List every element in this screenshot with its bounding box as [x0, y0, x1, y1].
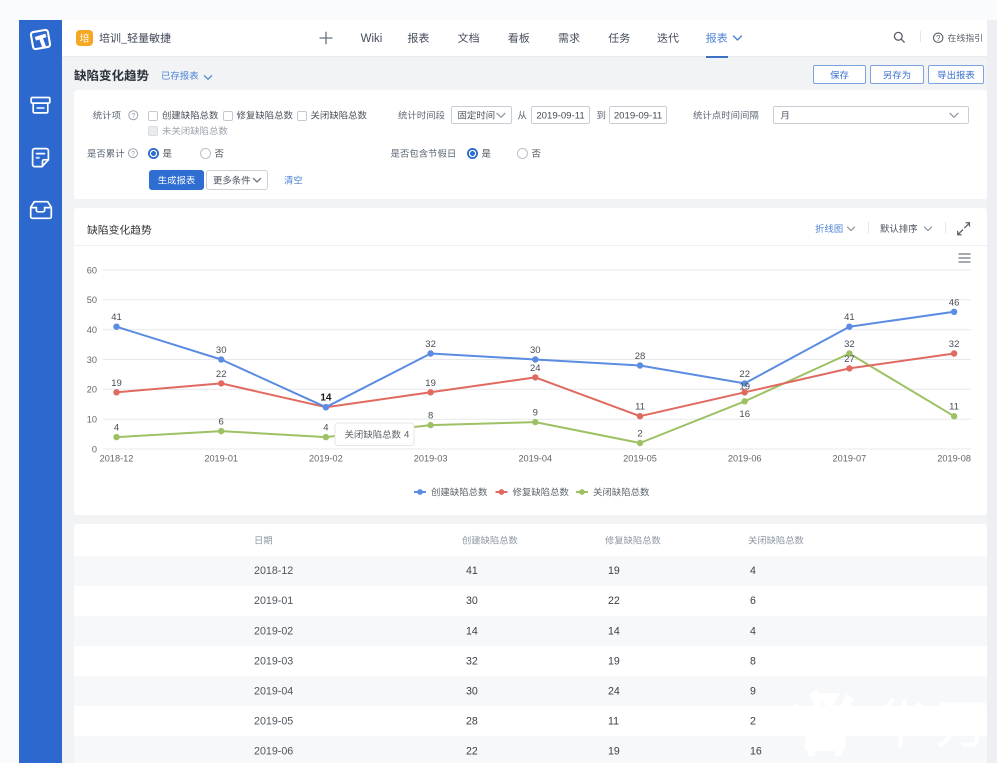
- svg-text:30: 30: [87, 355, 97, 365]
- svg-text:2019-09-11: 2019-09-11: [614, 110, 662, 121]
- svg-text:60: 60: [87, 265, 97, 275]
- svg-text:?: ?: [936, 34, 941, 43]
- svg-text:6: 6: [219, 417, 224, 428]
- svg-text:28: 28: [635, 351, 646, 362]
- svg-text:Wiki: Wiki: [361, 33, 383, 45]
- svg-text:10: 10: [87, 414, 97, 424]
- svg-text:19: 19: [608, 655, 620, 667]
- svg-text:2019-06: 2019-06: [254, 746, 293, 758]
- svg-text:?: ?: [131, 149, 135, 158]
- svg-text:32: 32: [949, 339, 960, 350]
- svg-text:22: 22: [216, 369, 227, 380]
- svg-text:20: 20: [87, 385, 97, 395]
- svg-text:19: 19: [739, 382, 750, 393]
- svg-text:2019-01: 2019-01: [204, 454, 238, 464]
- svg-text:2019-08: 2019-08: [937, 454, 971, 464]
- svg-text:19: 19: [425, 378, 436, 389]
- svg-text:46: 46: [949, 297, 960, 308]
- svg-text:2019-06: 2019-06: [728, 454, 762, 464]
- svg-text:19: 19: [608, 746, 620, 758]
- svg-text:16: 16: [750, 746, 762, 758]
- svg-text:32: 32: [466, 655, 478, 667]
- svg-text:2019-04: 2019-04: [254, 686, 293, 698]
- svg-text:8: 8: [428, 411, 433, 422]
- svg-text:41: 41: [844, 312, 855, 323]
- svg-text:27: 27: [844, 354, 855, 365]
- svg-text:32: 32: [425, 339, 436, 350]
- svg-text:30: 30: [530, 345, 541, 356]
- svg-text:19: 19: [608, 565, 620, 577]
- svg-text:9: 9: [533, 408, 538, 419]
- svg-text:4: 4: [323, 423, 328, 434]
- svg-text:14: 14: [320, 393, 332, 404]
- svg-text:41: 41: [466, 565, 478, 577]
- svg-text:2018-12: 2018-12: [100, 454, 134, 464]
- svg-text:11: 11: [949, 402, 959, 413]
- svg-text:2019-03: 2019-03: [254, 655, 293, 667]
- svg-text:2019-01: 2019-01: [254, 595, 293, 607]
- svg-text:50: 50: [87, 295, 97, 305]
- svg-text:2019-03: 2019-03: [414, 454, 448, 464]
- svg-text:4: 4: [404, 430, 410, 441]
- svg-text:2019-05: 2019-05: [623, 454, 657, 464]
- svg-text:2019-09-11: 2019-09-11: [536, 110, 584, 121]
- svg-text:2: 2: [750, 716, 756, 728]
- svg-text:14: 14: [608, 625, 620, 637]
- svg-text:30: 30: [466, 595, 478, 607]
- svg-text:16: 16: [739, 409, 750, 420]
- svg-text:2018-12: 2018-12: [254, 565, 293, 577]
- svg-text:30: 30: [466, 686, 478, 698]
- svg-text:22: 22: [739, 369, 750, 380]
- svg-text:4: 4: [114, 423, 119, 434]
- svg-text:19: 19: [111, 378, 122, 389]
- svg-text:2019-02: 2019-02: [309, 454, 343, 464]
- svg-text:32: 32: [844, 339, 855, 350]
- svg-text:40: 40: [87, 325, 97, 335]
- svg-text:2019-02: 2019-02: [254, 625, 293, 637]
- svg-text:6: 6: [750, 595, 756, 607]
- svg-text:14: 14: [466, 625, 478, 637]
- svg-text:4: 4: [750, 625, 756, 637]
- svg-text:2: 2: [637, 429, 642, 440]
- svg-text:41: 41: [111, 312, 122, 323]
- svg-text:24: 24: [608, 686, 620, 698]
- svg-text:?: ?: [131, 111, 135, 120]
- svg-text:8: 8: [750, 655, 756, 667]
- svg-text:24: 24: [530, 363, 541, 374]
- svg-text:4: 4: [750, 565, 756, 577]
- svg-text:9: 9: [750, 686, 756, 698]
- svg-text:2019-04: 2019-04: [518, 454, 552, 464]
- svg-text:11: 11: [608, 716, 619, 728]
- svg-text:2019-05: 2019-05: [254, 716, 293, 728]
- svg-text:30: 30: [216, 345, 227, 356]
- svg-text:0: 0: [92, 444, 97, 454]
- svg-text:22: 22: [466, 746, 478, 758]
- svg-text:22: 22: [608, 595, 620, 607]
- svg-text:28: 28: [466, 716, 478, 728]
- svg-text:2019-07: 2019-07: [833, 454, 867, 464]
- svg-text:11: 11: [635, 402, 645, 413]
